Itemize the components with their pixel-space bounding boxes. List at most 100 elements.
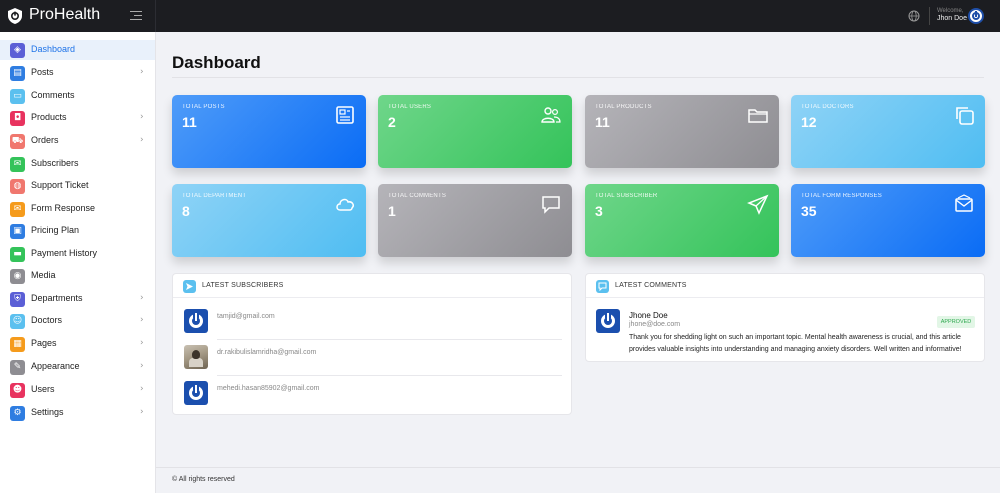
row-divider bbox=[217, 339, 562, 340]
chevron-right-icon[interactable]: › bbox=[140, 384, 144, 394]
credit-card-icon: ▬ bbox=[10, 247, 25, 262]
sidebar-item-dashboard[interactable]: ◈ Dashboard bbox=[0, 40, 155, 60]
sidebar-item-departments[interactable]: ⛨ Departments › bbox=[0, 289, 155, 309]
stat-card-total-posts[interactable]: TOTAL POSTS 11 bbox=[172, 95, 366, 168]
sidebar-item-settings[interactable]: ⚙ Settings › bbox=[0, 403, 155, 423]
sidebar-item-products[interactable]: ◘ Products › bbox=[0, 108, 155, 128]
sidebar-item-label: Settings bbox=[31, 407, 64, 417]
sidebar-item-label: Subscribers bbox=[31, 158, 79, 168]
stat-value: 11 bbox=[595, 114, 610, 130]
stat-card-total-department[interactable]: TOTAL DEPARTMENT 8 bbox=[172, 184, 366, 257]
sidebar-item-label: Appearance bbox=[31, 361, 80, 371]
commenter-email: jhone@doe.com bbox=[629, 321, 681, 328]
chevron-right-icon[interactable]: › bbox=[140, 338, 144, 348]
subscriber-email: mehedi.hasan85902@gmail.com bbox=[217, 385, 320, 392]
chevron-right-icon[interactable]: › bbox=[140, 112, 144, 122]
shopping-bag-icon: ◘ bbox=[10, 111, 25, 126]
sidebar-item-orders[interactable]: ⛟ Orders › bbox=[0, 131, 155, 151]
stat-card-total-doctors[interactable]: TOTAL DOCTORS 12 bbox=[791, 95, 985, 168]
chevron-right-icon[interactable]: › bbox=[140, 315, 144, 325]
stat-card-total-subscriber[interactable]: TOTAL SUBSCRIBER 3 bbox=[585, 184, 779, 257]
panel-title: LATEST SUBSCRIBERS bbox=[202, 282, 284, 289]
sidebar-item-pages[interactable]: ▦ Pages › bbox=[0, 334, 155, 354]
stat-label: TOTAL DOCTORS bbox=[801, 104, 854, 110]
stat-card-total-comments[interactable]: TOTAL COMMENTS 1 bbox=[378, 184, 572, 257]
panel-header: LATEST COMMENTS bbox=[586, 274, 984, 298]
sidebar-item-posts[interactable]: ▤ Posts › bbox=[0, 63, 155, 83]
paper-plane-icon bbox=[747, 194, 769, 215]
username[interactable]: Jhon Doe bbox=[937, 15, 967, 22]
chevron-right-icon[interactable]: › bbox=[140, 135, 144, 145]
sidebar-item-label: Departments bbox=[31, 293, 83, 303]
subscriber-avatar bbox=[184, 309, 208, 333]
cloud-icon bbox=[336, 198, 354, 211]
sidebar-item-subscribers[interactable]: ✉ Subscribers bbox=[0, 154, 155, 174]
pricing-icon: ▣ bbox=[10, 224, 25, 239]
gear-icon: ⚙ bbox=[10, 406, 25, 421]
page-title: Dashboard bbox=[172, 53, 261, 72]
shield-logo-icon bbox=[8, 8, 22, 24]
footer-divider bbox=[156, 467, 1000, 468]
sidebar-item-comments[interactable]: ▭ Comments bbox=[0, 86, 155, 106]
brand[interactable]: ProHealth bbox=[0, 0, 156, 32]
latest-subscribers-panel: LATEST SUBSCRIBERS tamjid@gmail.com dr.ra… bbox=[172, 273, 572, 415]
subscriber-photo-avatar bbox=[184, 345, 208, 369]
sidebar-item-appearance[interactable]: ✎ Appearance › bbox=[0, 357, 155, 377]
row-divider bbox=[217, 375, 562, 376]
envelope-icon bbox=[955, 194, 973, 212]
globe-icon[interactable] bbox=[908, 10, 920, 22]
chevron-right-icon[interactable]: › bbox=[140, 67, 144, 77]
stat-label: TOTAL SUBSCRIBER bbox=[595, 193, 658, 199]
users-icon bbox=[541, 107, 561, 123]
commenter-avatar bbox=[596, 309, 620, 333]
top-bar: ProHealth Welcome, Jhon Doe bbox=[0, 0, 1000, 32]
sidebar-item-label: Products bbox=[31, 112, 67, 122]
sidebar-item-payment-history[interactable]: ▬ Payment History bbox=[0, 244, 155, 264]
stat-value: 11 bbox=[182, 114, 197, 130]
sidebar-item-label: Pages bbox=[31, 338, 57, 348]
sidebar-item-users[interactable]: ☻ Users › bbox=[0, 380, 155, 400]
chevron-right-icon[interactable]: › bbox=[140, 361, 144, 371]
sidebar-item-label: Posts bbox=[31, 67, 54, 77]
footer-text: © All rights reserved bbox=[172, 476, 235, 483]
stat-card-total-form-responses[interactable]: TOTAL FORM RESPONSES 35 bbox=[791, 184, 985, 257]
sidebar-item-label: Form Response bbox=[31, 203, 96, 213]
sidebar-item-doctors[interactable]: ☺ Doctors › bbox=[0, 311, 155, 331]
sidebar-item-label: Dashboard bbox=[31, 44, 76, 54]
sidebar-item-label: Comments bbox=[31, 90, 75, 100]
copy-icon bbox=[956, 107, 974, 125]
stat-value: 3 bbox=[595, 203, 603, 219]
chevron-right-icon[interactable]: › bbox=[140, 407, 144, 417]
stat-value: 1 bbox=[388, 203, 396, 219]
comment-icon: ▭ bbox=[10, 89, 25, 104]
chat-bubble-icon bbox=[542, 196, 560, 214]
sidebar-item-label: Support Ticket bbox=[31, 180, 89, 190]
brush-icon: ✎ bbox=[10, 360, 25, 375]
menu-toggle-icon[interactable] bbox=[130, 11, 142, 21]
sidebar-item-label: Users bbox=[31, 384, 55, 394]
latest-comments-panel: LATEST COMMENTS Jhone Doe jhone@doe.com … bbox=[585, 273, 985, 362]
stat-card-total-users[interactable]: TOTAL USERS 2 bbox=[378, 95, 572, 168]
cube-icon: ◈ bbox=[10, 43, 25, 58]
user-avatar[interactable] bbox=[968, 8, 984, 24]
pages-icon: ▦ bbox=[10, 337, 25, 352]
stat-label: TOTAL FORM RESPONSES bbox=[801, 193, 882, 199]
chevron-right-icon[interactable]: › bbox=[140, 293, 144, 303]
sidebar-item-pricing-plan[interactable]: ▣ Pricing Plan bbox=[0, 221, 155, 241]
sidebar-item-label: Media bbox=[31, 270, 56, 280]
stat-value: 2 bbox=[388, 114, 396, 130]
welcome-text: Welcome, bbox=[937, 8, 964, 14]
mail-open-icon: ✉ bbox=[10, 157, 25, 172]
envelope-icon: ✉ bbox=[10, 202, 25, 217]
sidebar-item-label: Payment History bbox=[31, 248, 98, 258]
sidebar-item-label: Orders bbox=[31, 135, 59, 145]
stat-card-total-products[interactable]: TOTAL PRODUCTS 11 bbox=[585, 95, 779, 168]
status-badge: APPROVED bbox=[937, 316, 975, 328]
newspaper-icon: ▤ bbox=[10, 66, 25, 81]
sidebar-item-support-ticket[interactable]: ◍ Support Ticket bbox=[0, 176, 155, 196]
send-icon bbox=[183, 280, 196, 293]
folder-icon bbox=[748, 109, 768, 123]
sidebar-item-media[interactable]: ◉ Media bbox=[0, 266, 155, 286]
cart-icon: ⛟ bbox=[10, 134, 25, 149]
sidebar-item-form-response[interactable]: ✉ Form Response bbox=[0, 199, 155, 219]
